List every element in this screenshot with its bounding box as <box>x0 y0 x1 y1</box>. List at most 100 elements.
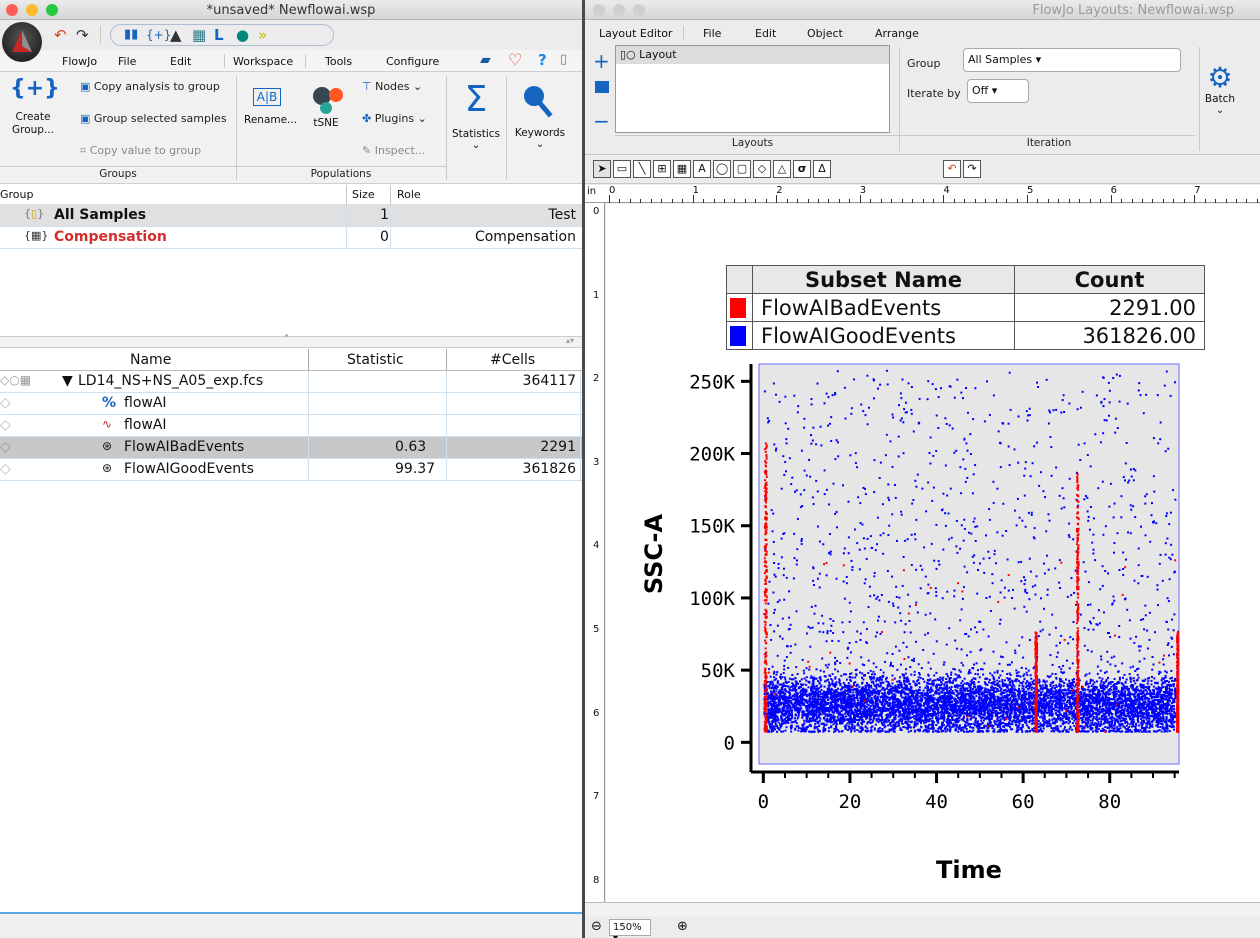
sample-table-header: Name Statistic #Cells <box>0 349 582 371</box>
sort-icon[interactable]: ▴▾ <box>566 336 574 345</box>
group-row-compensation[interactable]: {▦} Compensation 0 Compensation <box>0 227 582 249</box>
menu-edit[interactable]: Edit <box>755 27 776 40</box>
favorite-heart-icon[interactable]: ♡ <box>508 50 522 69</box>
menu-file[interactable]: File <box>703 27 721 40</box>
population-row-bad-events[interactable]: ◇ ⊛ FlowAIBadEvents 0.63 2291 <box>0 437 582 459</box>
line-tool-icon[interactable]: ╲ <box>633 160 651 178</box>
cells-header[interactable]: #Cells <box>490 352 535 368</box>
menu-arrange[interactable]: Arrange <box>875 27 919 40</box>
layouts-list[interactable]: ▯○ Layout <box>615 45 890 133</box>
ruler-tick-label: 8 <box>593 874 600 886</box>
ruler-tick <box>619 199 621 203</box>
menu-object[interactable]: Object <box>807 27 843 40</box>
text-tool-icon[interactable]: A <box>693 160 711 178</box>
x-axis-label: Time <box>936 856 1002 884</box>
ruler-tick <box>1131 199 1133 203</box>
bookmark-icon[interactable]: ▰ <box>480 52 491 68</box>
sample-row[interactable]: ◇○▦ ▼ LD14_NS+NS_A05_exp.fcs 364117 <box>0 371 582 393</box>
ruler-tick <box>1173 199 1175 203</box>
legend-subset-name: FlowAIBadEvents <box>752 293 1015 322</box>
population-row-flowai-plugin[interactable]: ◇ ∿ flowAI <box>0 415 582 437</box>
population-row-good-events[interactable]: ◇ ⊛ FlowAIGoodEvents 99.37 361826 <box>0 459 582 481</box>
name-header[interactable]: Name <box>130 352 171 368</box>
menu-flowjo[interactable]: FlowJo <box>62 55 97 68</box>
table-tool-icon[interactable]: ⊞ <box>653 160 671 178</box>
new-document-icon[interactable]: ▯ <box>560 52 567 67</box>
menu-layout-editor[interactable]: Layout Editor <box>599 27 672 40</box>
ruler-tick <box>1256 199 1258 203</box>
ruler-tick-label: 6 <box>593 707 600 719</box>
undo-icon[interactable]: ↶ <box>943 160 961 178</box>
ellipse-tool-icon[interactable]: ◯ <box>713 160 731 178</box>
ruler-tick <box>880 199 882 203</box>
group-row-all-samples[interactable]: {▯} All Samples 1 Test <box>0 205 582 227</box>
pane-splitter[interactable]: ˄ ▴▾ <box>0 334 582 348</box>
ruler-tick-label: 3 <box>593 456 600 468</box>
menu-tools[interactable]: Tools <box>325 55 352 68</box>
menu-configure[interactable]: Configure <box>386 55 439 68</box>
group-selected-button[interactable]: ▣ Group selected samples <box>80 112 227 125</box>
flowjo-logo-button[interactable] <box>2 22 42 62</box>
help-icon[interactable]: ? <box>538 51 547 69</box>
delta-tool-icon[interactable]: Δ <box>813 160 831 178</box>
sigma-tool-icon[interactable]: σ <box>793 160 811 178</box>
add-layout-icon[interactable]: + <box>593 49 610 73</box>
ruler-tick <box>661 199 663 203</box>
rename-button[interactable]: A|B Rename... <box>244 88 297 126</box>
horizontal-scrollbar[interactable] <box>585 902 1260 916</box>
ruler-tick <box>1204 199 1206 203</box>
dot-plot[interactable]: 0 50K 100K 150K 200K 250K 0 20 40 60 80 SSC-A Time <box>606 354 1260 894</box>
copy-value-label: Copy value to group <box>89 144 202 157</box>
iterate-select[interactable]: Off ▾ <box>967 79 1029 103</box>
batch-button[interactable]: ⚙ Batch ⌄ <box>1203 63 1237 117</box>
diamond-tool-icon[interactable]: ◇ <box>753 160 771 178</box>
ruler-tick <box>1152 199 1154 203</box>
group-header[interactable]: Group <box>0 188 34 201</box>
layout-list-item[interactable]: ▯○ Layout <box>616 46 889 64</box>
nodes-button[interactable]: ⊤ Nodes ⌄ <box>362 80 422 93</box>
gate-icon: ⊛ <box>102 461 113 475</box>
ruler-tick <box>1246 199 1248 203</box>
remove-layout-icon[interactable]: − <box>593 109 610 133</box>
plugins-button[interactable]: ✤ Plugins ⌄ <box>362 112 427 125</box>
zoom-in-icon[interactable]: ⊕ <box>677 919 688 934</box>
zoom-select[interactable]: 150% ▾ <box>609 919 651 938</box>
top-ruler: in 01234567 <box>585 185 1260 203</box>
expand-triangle-icon[interactable]: ▼ <box>62 373 73 389</box>
grid-tool-icon[interactable]: ▦ <box>673 160 691 178</box>
group-select[interactable]: All Samples ▾ <box>963 48 1181 72</box>
role-header[interactable]: Role <box>397 188 421 201</box>
layout-canvas[interactable]: Subset Name Count FlowAIBadEvents 2291.0… <box>606 204 1260 902</box>
copy-value-button[interactable]: ⌗ Copy value to group <box>80 144 201 158</box>
menu-file[interactable]: File <box>118 55 136 68</box>
tsne-button[interactable]: tSNE <box>306 84 346 129</box>
menu-workspace[interactable]: Workspace <box>233 55 293 68</box>
menu-edit[interactable]: Edit <box>170 55 191 68</box>
zoom-out-icon[interactable]: ⊖ <box>591 919 602 934</box>
ruler-tick <box>1047 199 1049 203</box>
rounded-rect-tool-icon[interactable]: ▢ <box>733 160 751 178</box>
sample-name: LD14_NS+NS_A05_exp.fcs <box>78 373 264 389</box>
inspect-button[interactable]: ✎ Inspect... <box>362 144 425 157</box>
redo-icon[interactable]: ↷ <box>76 26 89 44</box>
ruler-tick <box>650 199 652 203</box>
redo-icon[interactable]: ↷ <box>963 160 981 178</box>
window-title: *unsaved* Newflowai.wsp <box>206 3 376 18</box>
rectangle-tool-icon[interactable]: ▭ <box>613 160 631 178</box>
ruler-tick <box>1194 195 1196 203</box>
population-row-flowai-stat[interactable]: ◇ % flowAI <box>0 393 582 415</box>
zoom-bar: ⊖ 150% ▾ ⊕ <box>585 916 1260 938</box>
statistic-header[interactable]: Statistic <box>347 352 404 368</box>
statistics-button[interactable]: Σ Statistics ⌄ <box>450 80 502 152</box>
size-header[interactable]: Size <box>352 188 375 201</box>
pointer-tool-icon[interactable]: ➤ <box>593 160 611 178</box>
undo-icon[interactable]: ↶ <box>54 26 67 44</box>
chevron-up-icon[interactable]: ˄ <box>284 334 289 345</box>
workspace-menubar: FlowJo File Edit Workspace Tools Configu… <box>0 50 582 72</box>
ruler-tick <box>713 199 715 203</box>
triangle-tool-icon[interactable]: △ <box>773 160 791 178</box>
duplicate-layout-icon[interactable] <box>595 81 609 93</box>
create-group-button[interactable]: {+} Create Group... <box>10 76 60 137</box>
keywords-button[interactable]: Keywords ⌄ <box>510 84 570 150</box>
copy-analysis-button[interactable]: ▣ Copy analysis to group <box>80 80 220 93</box>
